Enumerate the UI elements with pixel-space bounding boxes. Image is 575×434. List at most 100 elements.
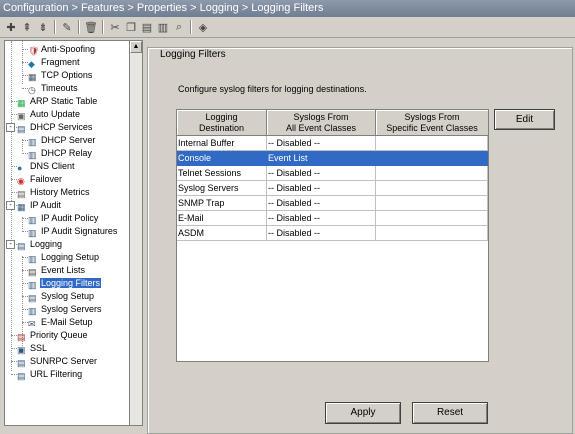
header-destination[interactable]: Logging Destination <box>177 110 267 136</box>
insert-above-icon[interactable]: ⇞ <box>20 20 34 34</box>
tree-item-label: Syslog Setup <box>41 291 95 301</box>
header-specific-event-classes[interactable]: Syslogs From Specific Event Classes <box>376 110 488 136</box>
header-all-line1: Syslogs From <box>293 112 349 122</box>
tree-item-ssl[interactable]: ▣ SSL <box>17 342 48 355</box>
cell-destination: Internal Buffer <box>177 136 267 151</box>
header-specific-line1: Syslogs From <box>404 112 460 122</box>
add-icon[interactable]: ✚ <box>4 20 18 34</box>
tree-collapse-toggle[interactable]: - <box>6 201 15 210</box>
paste-after-icon[interactable]: ▥ <box>156 20 170 34</box>
breadcrumb: Configuration > Features > Properties > … <box>0 0 575 17</box>
header-all-line2: All Event Classes <box>285 123 357 133</box>
cell-all-event-classes: -- Disabled -- <box>267 181 376 196</box>
tree-item-logging-filters[interactable]: ▥ Logging Filters <box>28 277 102 290</box>
tree-item-dns-client[interactable]: ● DNS Client <box>17 160 76 173</box>
tree-item-anti-spoofing[interactable]: 🛡 Anti-Spoofing <box>28 43 96 56</box>
edit-icon[interactable]: ✎ <box>60 20 74 34</box>
table-row[interactable]: Internal Buffer -- Disabled -- <box>177 136 488 151</box>
tree-item-label: Fragment <box>41 57 80 67</box>
header-destination-line2: Destination <box>198 123 245 133</box>
tree-item-label: SUNRPC Server <box>30 356 98 366</box>
tree-collapse-toggle[interactable]: - <box>6 240 15 249</box>
cell-destination: SNMP Trap <box>177 196 267 211</box>
tree-item-logging[interactable]: ▤ Logging <box>17 238 63 251</box>
tree-item-priority-queue[interactable]: ▤ Priority Queue <box>17 329 89 342</box>
table-row[interactable]: Telnet Sessions -- Disabled -- <box>177 166 488 181</box>
tree-item-label: IP Audit Signatures <box>41 226 118 236</box>
tree-item-label: Logging Filters <box>40 278 102 288</box>
table-row[interactable]: E-Mail -- Disabled -- <box>177 211 488 226</box>
header-specific-line2: Specific Event Classes <box>386 123 478 133</box>
cut-icon[interactable]: ✂ <box>108 20 122 34</box>
cell-destination: ASDM <box>177 226 267 241</box>
apply-button[interactable]: Apply <box>325 402 401 424</box>
packet-trace-icon[interactable]: ◈ <box>196 20 210 34</box>
cell-destination: Console <box>177 151 267 166</box>
reset-button[interactable]: Reset <box>412 402 488 424</box>
find-icon[interactable]: ⌕ <box>172 20 186 34</box>
tree-collapse-toggle[interactable]: - <box>6 123 15 132</box>
tree-item-label: DHCP Services <box>30 122 93 132</box>
cell-all-event-classes: -- Disabled -- <box>267 211 376 226</box>
feature-tree[interactable]: 🛡 Anti-Spoofing ◆ Fragment ▦ TCP Options ◷ Time… <box>4 40 130 426</box>
table-row[interactable]: Console Event List <box>177 151 488 166</box>
tree-item-syslog-setup[interactable]: ▤ Syslog Setup <box>28 290 95 303</box>
tree-item-syslog-servers[interactable]: ▥ Syslog Servers <box>28 303 103 316</box>
tree-item-url-filtering[interactable]: ▤ URL Filtering <box>17 368 83 381</box>
insert-below-icon[interactable]: ⇟ <box>36 20 50 34</box>
tree-item-label: History Metrics <box>30 187 90 197</box>
tree-item-auto-update[interactable]: ▣ Auto Update <box>17 108 81 121</box>
tree-item-ip-audit[interactable]: ▦ IP Audit <box>17 199 62 212</box>
tree-item-history-metrics[interactable]: ▤ History Metrics <box>17 186 91 199</box>
edit-button[interactable]: Edit <box>494 109 555 130</box>
cell-specific-event-classes <box>376 181 488 196</box>
table-row[interactable]: SNMP Trap -- Disabled -- <box>177 196 488 211</box>
table-row[interactable]: ASDM -- Disabled -- <box>177 226 488 241</box>
tree-item-label: Event Lists <box>41 265 86 275</box>
paste-icon[interactable]: ▤ <box>140 20 154 34</box>
tree-item-label: DNS Client <box>30 161 75 171</box>
tree-item-ip-audit-policy[interactable]: ▥ IP Audit Policy <box>28 212 99 225</box>
tree-item-dhcp-server[interactable]: ▥ DHCP Server <box>28 134 96 147</box>
cell-destination: E-Mail <box>177 211 267 226</box>
cell-specific-event-classes <box>376 151 488 166</box>
cell-destination: Telnet Sessions <box>177 166 267 181</box>
tree-item-fragment[interactable]: ◆ Fragment <box>28 56 81 69</box>
tree-item-arp-static-table[interactable]: ▦ ARP Static Table <box>17 95 98 108</box>
tree-item-sunrpc-server[interactable]: ▤ SUNRPC Server <box>17 355 98 368</box>
copy-icon[interactable]: ❐ <box>124 20 138 34</box>
tree-item-label: Syslog Servers <box>41 304 102 314</box>
tree-item-dhcp-relay[interactable]: ▥ DHCP Relay <box>28 147 93 160</box>
tree-item-label: Auto Update <box>30 109 81 119</box>
tree-item-e-mail-setup[interactable]: ✉ E-Mail Setup <box>28 316 94 329</box>
url-filter-icon: ▤ <box>17 371 26 381</box>
header-all-event-classes[interactable]: Syslogs From All Event Classes <box>267 110 376 136</box>
tree-item-label: TCP Options <box>41 70 93 80</box>
delete-icon[interactable]: 🗑 <box>84 20 98 34</box>
tree-item-timeouts[interactable]: ◷ Timeouts <box>28 82 79 95</box>
cell-all-event-classes: -- Disabled -- <box>267 136 376 151</box>
cell-specific-event-classes <box>376 136 488 151</box>
tree-item-ip-audit-signatures[interactable]: ▥ IP Audit Signatures <box>28 225 118 238</box>
logging-filters-table[interactable]: Logging Destination Syslogs From All Eve… <box>176 109 489 362</box>
tree-item-label: ARP Static Table <box>30 96 98 106</box>
table-row[interactable]: Syslog Servers -- Disabled -- <box>177 181 488 196</box>
tree-item-label: Logging Setup <box>41 252 100 262</box>
cell-specific-event-classes <box>376 211 488 226</box>
cell-destination: Syslog Servers <box>177 181 267 196</box>
tree-item-event-lists[interactable]: ▤ Event Lists <box>28 264 86 277</box>
cell-all-event-classes: Event List <box>267 151 376 166</box>
tree-item-dhcp-services[interactable]: ▤ DHCP Services <box>17 121 93 134</box>
cell-all-event-classes: -- Disabled -- <box>267 226 376 241</box>
tree-item-tcp-options[interactable]: ▦ TCP Options <box>28 69 93 82</box>
tree-item-logging-setup[interactable]: ▥ Logging Setup <box>28 251 100 264</box>
scroll-up-button[interactable]: ▲ <box>130 41 142 53</box>
tree-item-label: Priority Queue <box>30 330 88 340</box>
tree-item-label: URL Filtering <box>30 369 83 379</box>
tree-item-failover[interactable]: ◉ Failover <box>17 173 63 186</box>
tree-item-label: Timeouts <box>41 83 78 93</box>
tree-item-label: IP Audit <box>30 200 61 210</box>
header-destination-line1: Logging <box>205 112 238 122</box>
tree-scrollbar[interactable]: ▲ <box>130 40 143 426</box>
cell-all-event-classes: -- Disabled -- <box>267 166 376 181</box>
